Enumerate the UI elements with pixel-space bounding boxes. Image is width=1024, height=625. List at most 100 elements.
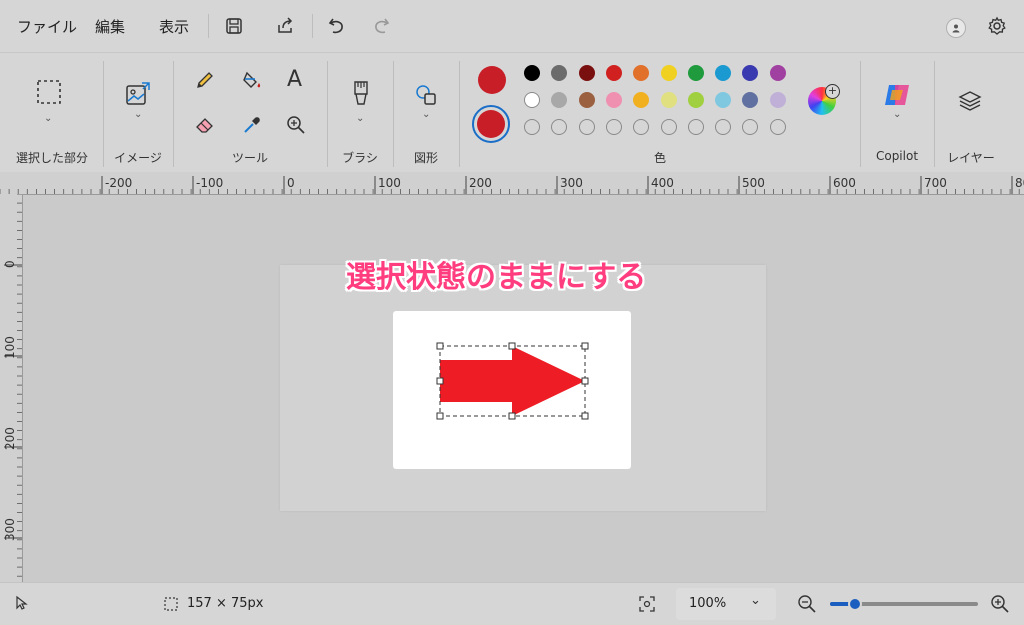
menu-file[interactable]: ファイル: [17, 16, 77, 37]
resize-handle[interactable]: [581, 412, 589, 420]
fill-bucket-icon[interactable]: [240, 68, 264, 92]
image-resize-button[interactable]: [123, 79, 153, 109]
pencil-icon[interactable]: [193, 68, 217, 92]
status-bar: 157 × 75px 100% ⌄: [0, 582, 1024, 625]
resize-handle[interactable]: [436, 342, 444, 350]
color-swatch[interactable]: [524, 92, 540, 108]
ruler-label: 400: [651, 176, 674, 190]
chevron-down-icon[interactable]: ⌄: [356, 113, 364, 124]
divider: [173, 61, 174, 167]
secondary-color-swatch[interactable]: [472, 105, 510, 143]
edit-colors-icon[interactable]: +: [808, 84, 840, 115]
group-label-brush: ブラシ: [342, 151, 378, 165]
text-tool-icon[interactable]: A: [287, 67, 302, 92]
color-swatch[interactable]: [769, 65, 786, 81]
custom-color-slot[interactable]: [551, 119, 568, 135]
share-icon[interactable]: [273, 14, 297, 38]
copilot-icon[interactable]: [882, 81, 912, 109]
ruler-label: 0: [287, 176, 295, 190]
custom-color-slot[interactable]: [660, 119, 677, 135]
color-swatch[interactable]: [687, 65, 704, 81]
color-palette: [524, 65, 794, 140]
custom-color-slot[interactable]: [605, 119, 622, 135]
group-label-selection: 選択した部分: [15, 151, 88, 165]
zoom-slider[interactable]: [830, 597, 978, 611]
annotation-text: 選択状態のままにする: [346, 260, 647, 295]
fit-to-window-icon[interactable]: [638, 595, 656, 613]
color-swatch[interactable]: [551, 92, 568, 108]
divider: [860, 61, 861, 167]
color-swatch[interactable]: [524, 65, 540, 81]
color-swatch[interactable]: [715, 92, 732, 108]
save-icon[interactable]: [222, 14, 246, 38]
color-picker-icon[interactable]: [240, 113, 264, 137]
color-swatch[interactable]: [715, 65, 732, 81]
resize-handle[interactable]: [508, 412, 516, 420]
layers-icon[interactable]: [955, 87, 985, 115]
group-label-copilot: Copilot: [875, 149, 919, 163]
custom-color-slot[interactable]: [687, 119, 704, 135]
color-swatch[interactable]: [742, 65, 759, 81]
ruler-label: 700: [924, 176, 947, 190]
account-icon[interactable]: [946, 18, 966, 38]
color-swatch[interactable]: [660, 92, 677, 108]
selection-tool-button[interactable]: [34, 77, 64, 107]
group-label-shapes: 図形: [413, 151, 438, 165]
magnifier-icon[interactable]: [284, 113, 308, 137]
custom-color-slot[interactable]: [524, 119, 540, 135]
color-swatch[interactable]: [660, 65, 677, 81]
resize-handle[interactable]: [508, 342, 516, 350]
resize-handle[interactable]: [436, 412, 444, 420]
divider: [103, 61, 104, 167]
custom-color-slot[interactable]: [633, 119, 650, 135]
ruler-label: 200: [3, 427, 17, 450]
menu-edit[interactable]: 編集: [95, 16, 125, 37]
color-swatch[interactable]: [605, 65, 622, 81]
chevron-down-icon[interactable]: ⌄: [893, 109, 901, 120]
primary-color-swatch[interactable]: [478, 66, 506, 94]
menu-view[interactable]: 表示: [159, 16, 189, 37]
zoom-out-icon[interactable]: [797, 594, 817, 614]
ruler-label: 200: [469, 176, 492, 190]
color-swatch[interactable]: [578, 92, 595, 108]
settings-gear-icon[interactable]: [985, 14, 1009, 38]
resize-handle[interactable]: [436, 377, 444, 385]
custom-color-slot[interactable]: [769, 119, 786, 135]
group-label-color: 色: [653, 151, 666, 165]
chevron-down-icon[interactable]: ⌄: [422, 109, 430, 120]
zoom-select[interactable]: 100% ⌄: [676, 588, 776, 620]
color-swatch[interactable]: [633, 65, 650, 81]
zoom-slider-thumb[interactable]: [848, 597, 862, 611]
color-swatch[interactable]: [742, 92, 759, 108]
chevron-down-icon[interactable]: ⌄: [134, 109, 142, 120]
color-swatch[interactable]: [605, 92, 622, 108]
color-swatch[interactable]: [551, 65, 568, 81]
ruler-label: 500: [742, 176, 765, 190]
custom-color-slot[interactable]: [715, 119, 732, 135]
shapes-icon[interactable]: [412, 81, 440, 109]
divider: [208, 14, 209, 38]
divider: [459, 61, 460, 167]
horizontal-ruler: -200 -100 0 100 200 300 400 500 600 700 80: [0, 172, 1024, 195]
group-label-image: イメージ: [114, 151, 162, 165]
custom-color-slot[interactable]: [742, 119, 759, 135]
resize-handle[interactable]: [581, 377, 589, 385]
custom-color-slot[interactable]: [578, 119, 595, 135]
divider: [312, 14, 313, 38]
color-swatch[interactable]: [633, 92, 650, 108]
divider: [393, 61, 394, 167]
vertical-ruler: 0 100 200 300: [0, 194, 23, 582]
brush-icon[interactable]: [347, 77, 375, 111]
chevron-down-icon[interactable]: ⌄: [44, 113, 52, 124]
color-swatch[interactable]: [578, 65, 595, 81]
resize-handle[interactable]: [581, 342, 589, 350]
color-swatch[interactable]: [769, 92, 786, 108]
redo-icon: [369, 14, 393, 38]
color-swatch[interactable]: [687, 92, 704, 108]
undo-icon[interactable]: [325, 14, 349, 38]
zoom-in-icon[interactable]: [990, 594, 1010, 614]
ruler-label: 80: [1015, 176, 1024, 190]
eraser-icon[interactable]: [193, 113, 217, 137]
arrow-shape[interactable]: [435, 340, 595, 424]
ruler-label: 600: [833, 176, 856, 190]
